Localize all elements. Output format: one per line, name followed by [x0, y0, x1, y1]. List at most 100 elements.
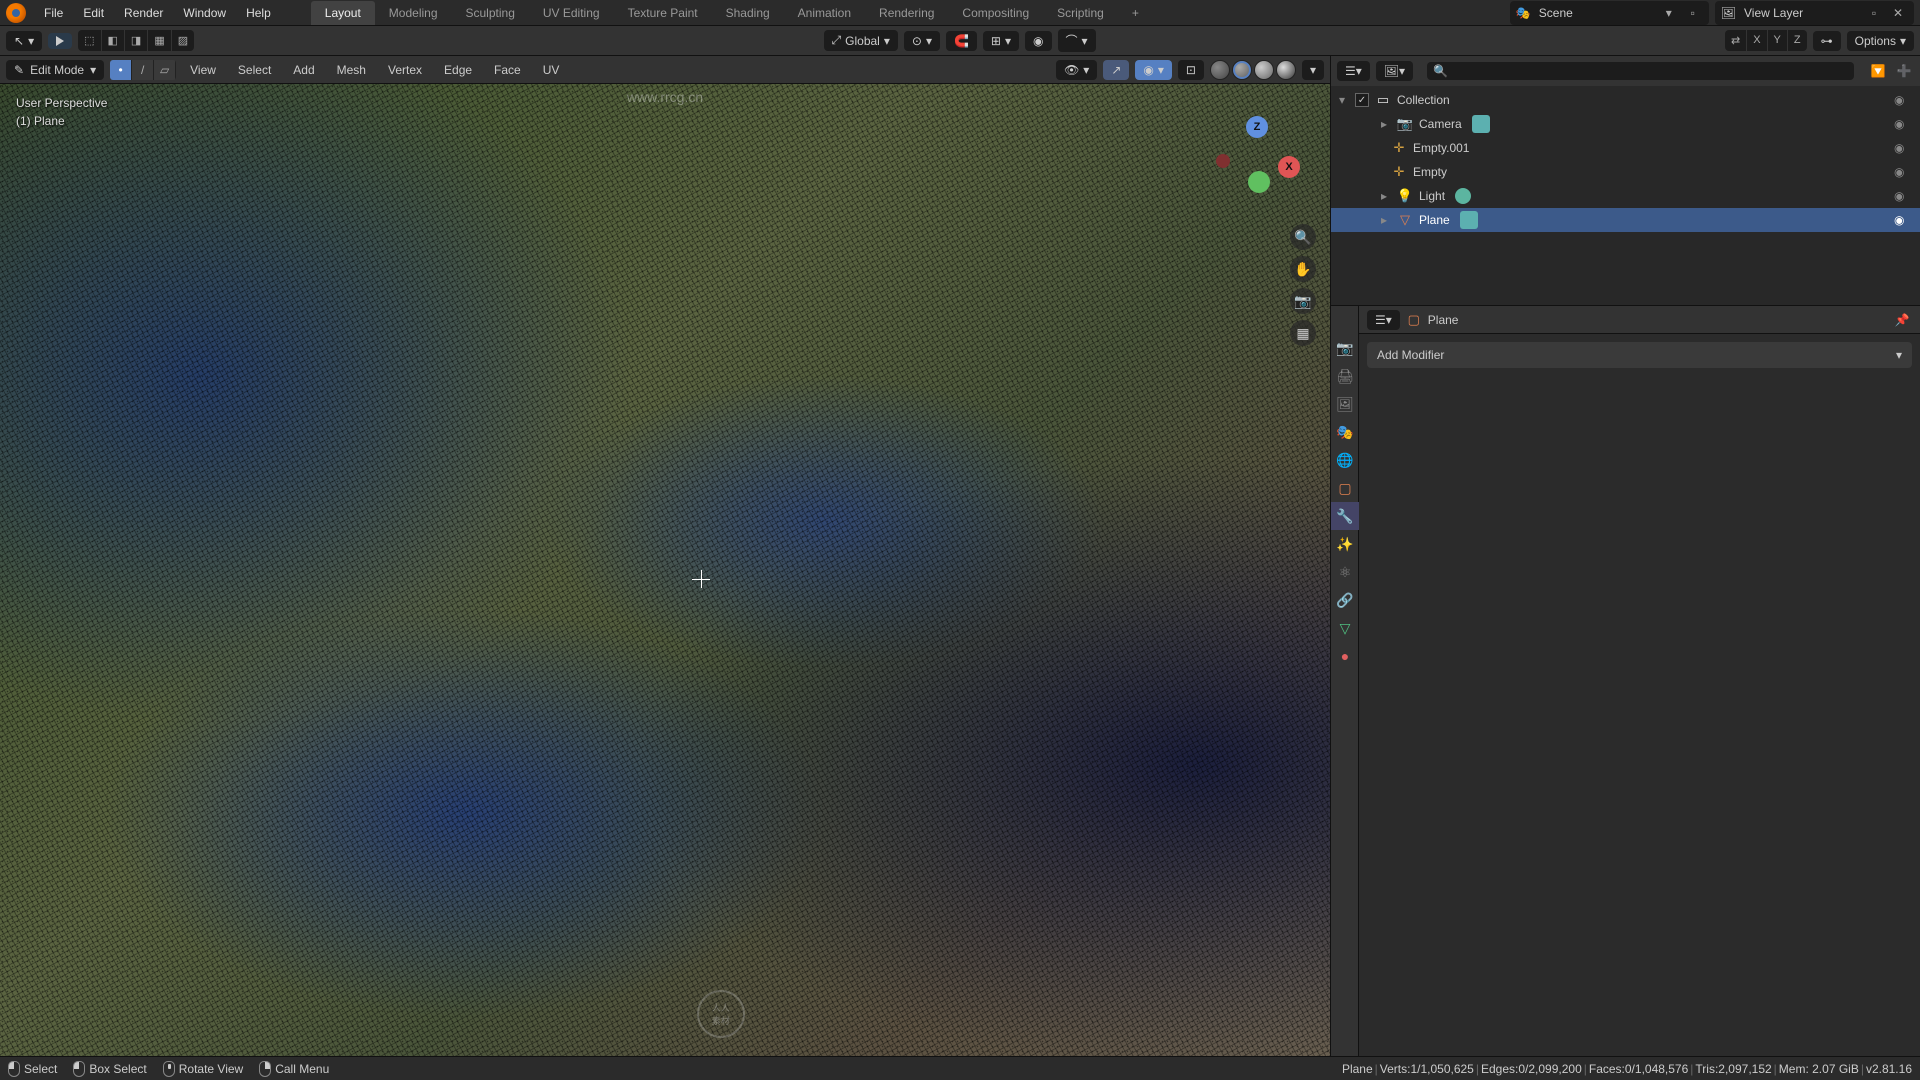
viewport-menu-select[interactable]: Select [230, 59, 279, 81]
workspace-tab-uvediting[interactable]: UV Editing [529, 1, 614, 25]
tab-world[interactable]: 🌐 [1331, 446, 1359, 474]
workspace-tab-texpaint[interactable]: Texture Paint [614, 1, 712, 25]
pan-icon[interactable]: ✋ [1290, 256, 1316, 282]
workspace-tab-animation[interactable]: Animation [784, 1, 865, 25]
viewport-menu-vertex[interactable]: Vertex [380, 59, 430, 81]
tab-particles[interactable]: ✨ [1331, 530, 1359, 558]
collection-enable-checkbox[interactable] [1355, 93, 1369, 107]
disclosure-icon[interactable]: ▸ [1381, 189, 1391, 203]
viewport-menu-uv[interactable]: UV [535, 59, 568, 81]
outliner-scene-collection[interactable]: ▾ ▭ Collection ◉ [1331, 88, 1920, 112]
menu-help[interactable]: Help [236, 2, 281, 24]
proportional-falloff-dropdown[interactable]: ⌒▾ [1058, 29, 1096, 52]
camera-data-icon[interactable] [1472, 115, 1490, 133]
scene-selector[interactable]: 🎭 ▾ ▫ [1510, 1, 1709, 25]
tab-material[interactable]: ● [1331, 642, 1359, 670]
shading-wireframe[interactable] [1210, 60, 1230, 80]
visibility-eye-icon[interactable]: ◉ [1894, 165, 1912, 179]
select-mode-4[interactable]: ▦ [148, 30, 171, 51]
zoom-icon[interactable]: 🔍 [1290, 224, 1316, 250]
workspace-tab-shading[interactable]: Shading [712, 1, 784, 25]
pin-icon[interactable]: 📌 [1892, 310, 1912, 330]
shading-rendered[interactable] [1276, 60, 1296, 80]
workspace-tab-add[interactable]: + [1118, 1, 1153, 25]
outliner-item-camera[interactable]: ▸ 📷 Camera ◉ [1331, 112, 1920, 136]
workspace-tab-scripting[interactable]: Scripting [1043, 1, 1118, 25]
select-mode-1[interactable]: ⬚ [78, 30, 101, 51]
visibility-eye-icon[interactable]: ◉ [1894, 189, 1912, 203]
tab-mesh-data[interactable]: ▽ [1331, 614, 1359, 642]
gizmo-x-axis[interactable]: X [1278, 156, 1300, 178]
outliner-item-light[interactable]: ▸ 💡 Light ◉ [1331, 184, 1920, 208]
properties-editor-type[interactable]: ☰▾ [1367, 310, 1400, 330]
gizmo-toggle[interactable]: ↗ [1103, 60, 1129, 80]
disclosure-icon[interactable]: ▾ [1339, 93, 1349, 107]
workspace-tab-layout[interactable]: Layout [311, 1, 375, 25]
gizmo-y-axis[interactable] [1248, 171, 1270, 193]
pivot-dropdown[interactable]: ⊙▾ [904, 31, 940, 51]
viewport-menu-face[interactable]: Face [486, 59, 529, 81]
mirror-x[interactable]: X [1747, 30, 1767, 51]
viewlayer-new-icon[interactable]: ▫ [1864, 3, 1884, 23]
gizmo-z-axis[interactable]: Z [1246, 116, 1268, 138]
viewlayer-name-input[interactable] [1740, 4, 1860, 22]
mesh-data-icon[interactable] [1460, 211, 1478, 229]
workspace-tab-compositing[interactable]: Compositing [948, 1, 1043, 25]
outliner-filter-icon[interactable]: 🔽 [1868, 61, 1888, 81]
navigation-gizmo[interactable]: Z X [1212, 116, 1302, 206]
disclosure-icon[interactable]: ▸ [1381, 117, 1391, 131]
mode-selector[interactable]: ✎ Edit Mode ▾ [6, 60, 104, 80]
options-dropdown[interactable]: Options ▾ [1847, 31, 1914, 51]
outliner-display-mode[interactable]: 🖼▾ [1376, 61, 1413, 81]
shading-matprev[interactable] [1254, 60, 1274, 80]
menu-render[interactable]: Render [114, 2, 173, 24]
mirror-icon-btn[interactable]: ⇄ [1725, 30, 1747, 51]
gizmo-neg-x-axis[interactable] [1216, 154, 1230, 168]
tab-modifiers[interactable]: 🔧 [1331, 502, 1359, 530]
tab-physics[interactable]: ⚛ [1331, 558, 1359, 586]
outliner-item-empty001[interactable]: ✛ Empty.001 ◉ [1331, 136, 1920, 160]
select-edge[interactable]: / [132, 60, 154, 80]
outliner-search-input[interactable] [1452, 64, 1848, 78]
visibility-eye-icon[interactable]: ◉ [1894, 213, 1912, 227]
light-data-icon[interactable] [1455, 188, 1471, 204]
outliner-item-plane[interactable]: ▸ ▽ Plane ◉ [1331, 208, 1920, 232]
snap-element-dropdown[interactable]: ⊞▾ [983, 31, 1019, 51]
menu-file[interactable]: File [34, 2, 73, 24]
mirror-y[interactable]: Y [1768, 30, 1788, 51]
tab-output[interactable]: 🖨 [1331, 362, 1359, 390]
outliner-editor-type[interactable]: ☰▾ [1337, 61, 1370, 81]
scene-new-icon[interactable]: ▫ [1683, 3, 1703, 23]
snap-toggle[interactable]: 🧲 [946, 31, 977, 51]
blender-logo-icon[interactable] [6, 3, 26, 23]
play-button[interactable] [48, 33, 72, 49]
viewport-3d[interactable]: User Perspective (1) Plane Z X 🔍 ✋ 📷 ▦ 人… [0, 84, 1330, 1056]
disclosure-icon[interactable]: ▸ [1381, 213, 1391, 227]
viewport-menu-edge[interactable]: Edge [436, 59, 480, 81]
proportional-toggle[interactable]: ◉ [1025, 31, 1051, 51]
select-mode-2[interactable]: ◧ [102, 30, 125, 51]
orientation-dropdown[interactable]: ⤢ Global ▾ [824, 30, 898, 51]
automerge-toggle[interactable]: ⊶ [1813, 31, 1841, 51]
tab-render[interactable]: 📷 [1331, 334, 1359, 362]
tab-scene[interactable]: 🎭 [1331, 418, 1359, 446]
viewlayer-delete-icon[interactable]: ✕ [1888, 3, 1908, 23]
tab-constraints[interactable]: 🔗 [1331, 586, 1359, 614]
viewport-menu-mesh[interactable]: Mesh [329, 59, 374, 81]
tab-object[interactable]: ▢ [1331, 474, 1359, 502]
view-object-types[interactable]: 👁▾ [1056, 60, 1097, 80]
outliner-search[interactable]: 🔍 [1427, 62, 1854, 80]
workspace-tab-modeling[interactable]: Modeling [375, 1, 452, 25]
visibility-eye-icon[interactable]: ◉ [1894, 93, 1912, 107]
visibility-eye-icon[interactable]: ◉ [1894, 117, 1912, 131]
add-modifier-dropdown[interactable]: Add Modifier ▾ [1367, 342, 1912, 368]
mirror-z[interactable]: Z [1788, 30, 1807, 51]
xray-toggle[interactable]: ⊡ [1178, 60, 1204, 80]
select-mode-5[interactable]: ▨ [172, 30, 194, 51]
shading-options-dropdown[interactable]: ▾ [1302, 60, 1324, 80]
perspective-toggle-icon[interactable]: ▦ [1290, 320, 1316, 346]
workspace-tab-rendering[interactable]: Rendering [865, 1, 948, 25]
tab-viewlayer[interactable]: 🖼 [1331, 390, 1359, 418]
select-face[interactable]: ▱ [154, 60, 176, 80]
cursor-tool-dropdown[interactable]: ↖▾ [6, 31, 42, 51]
